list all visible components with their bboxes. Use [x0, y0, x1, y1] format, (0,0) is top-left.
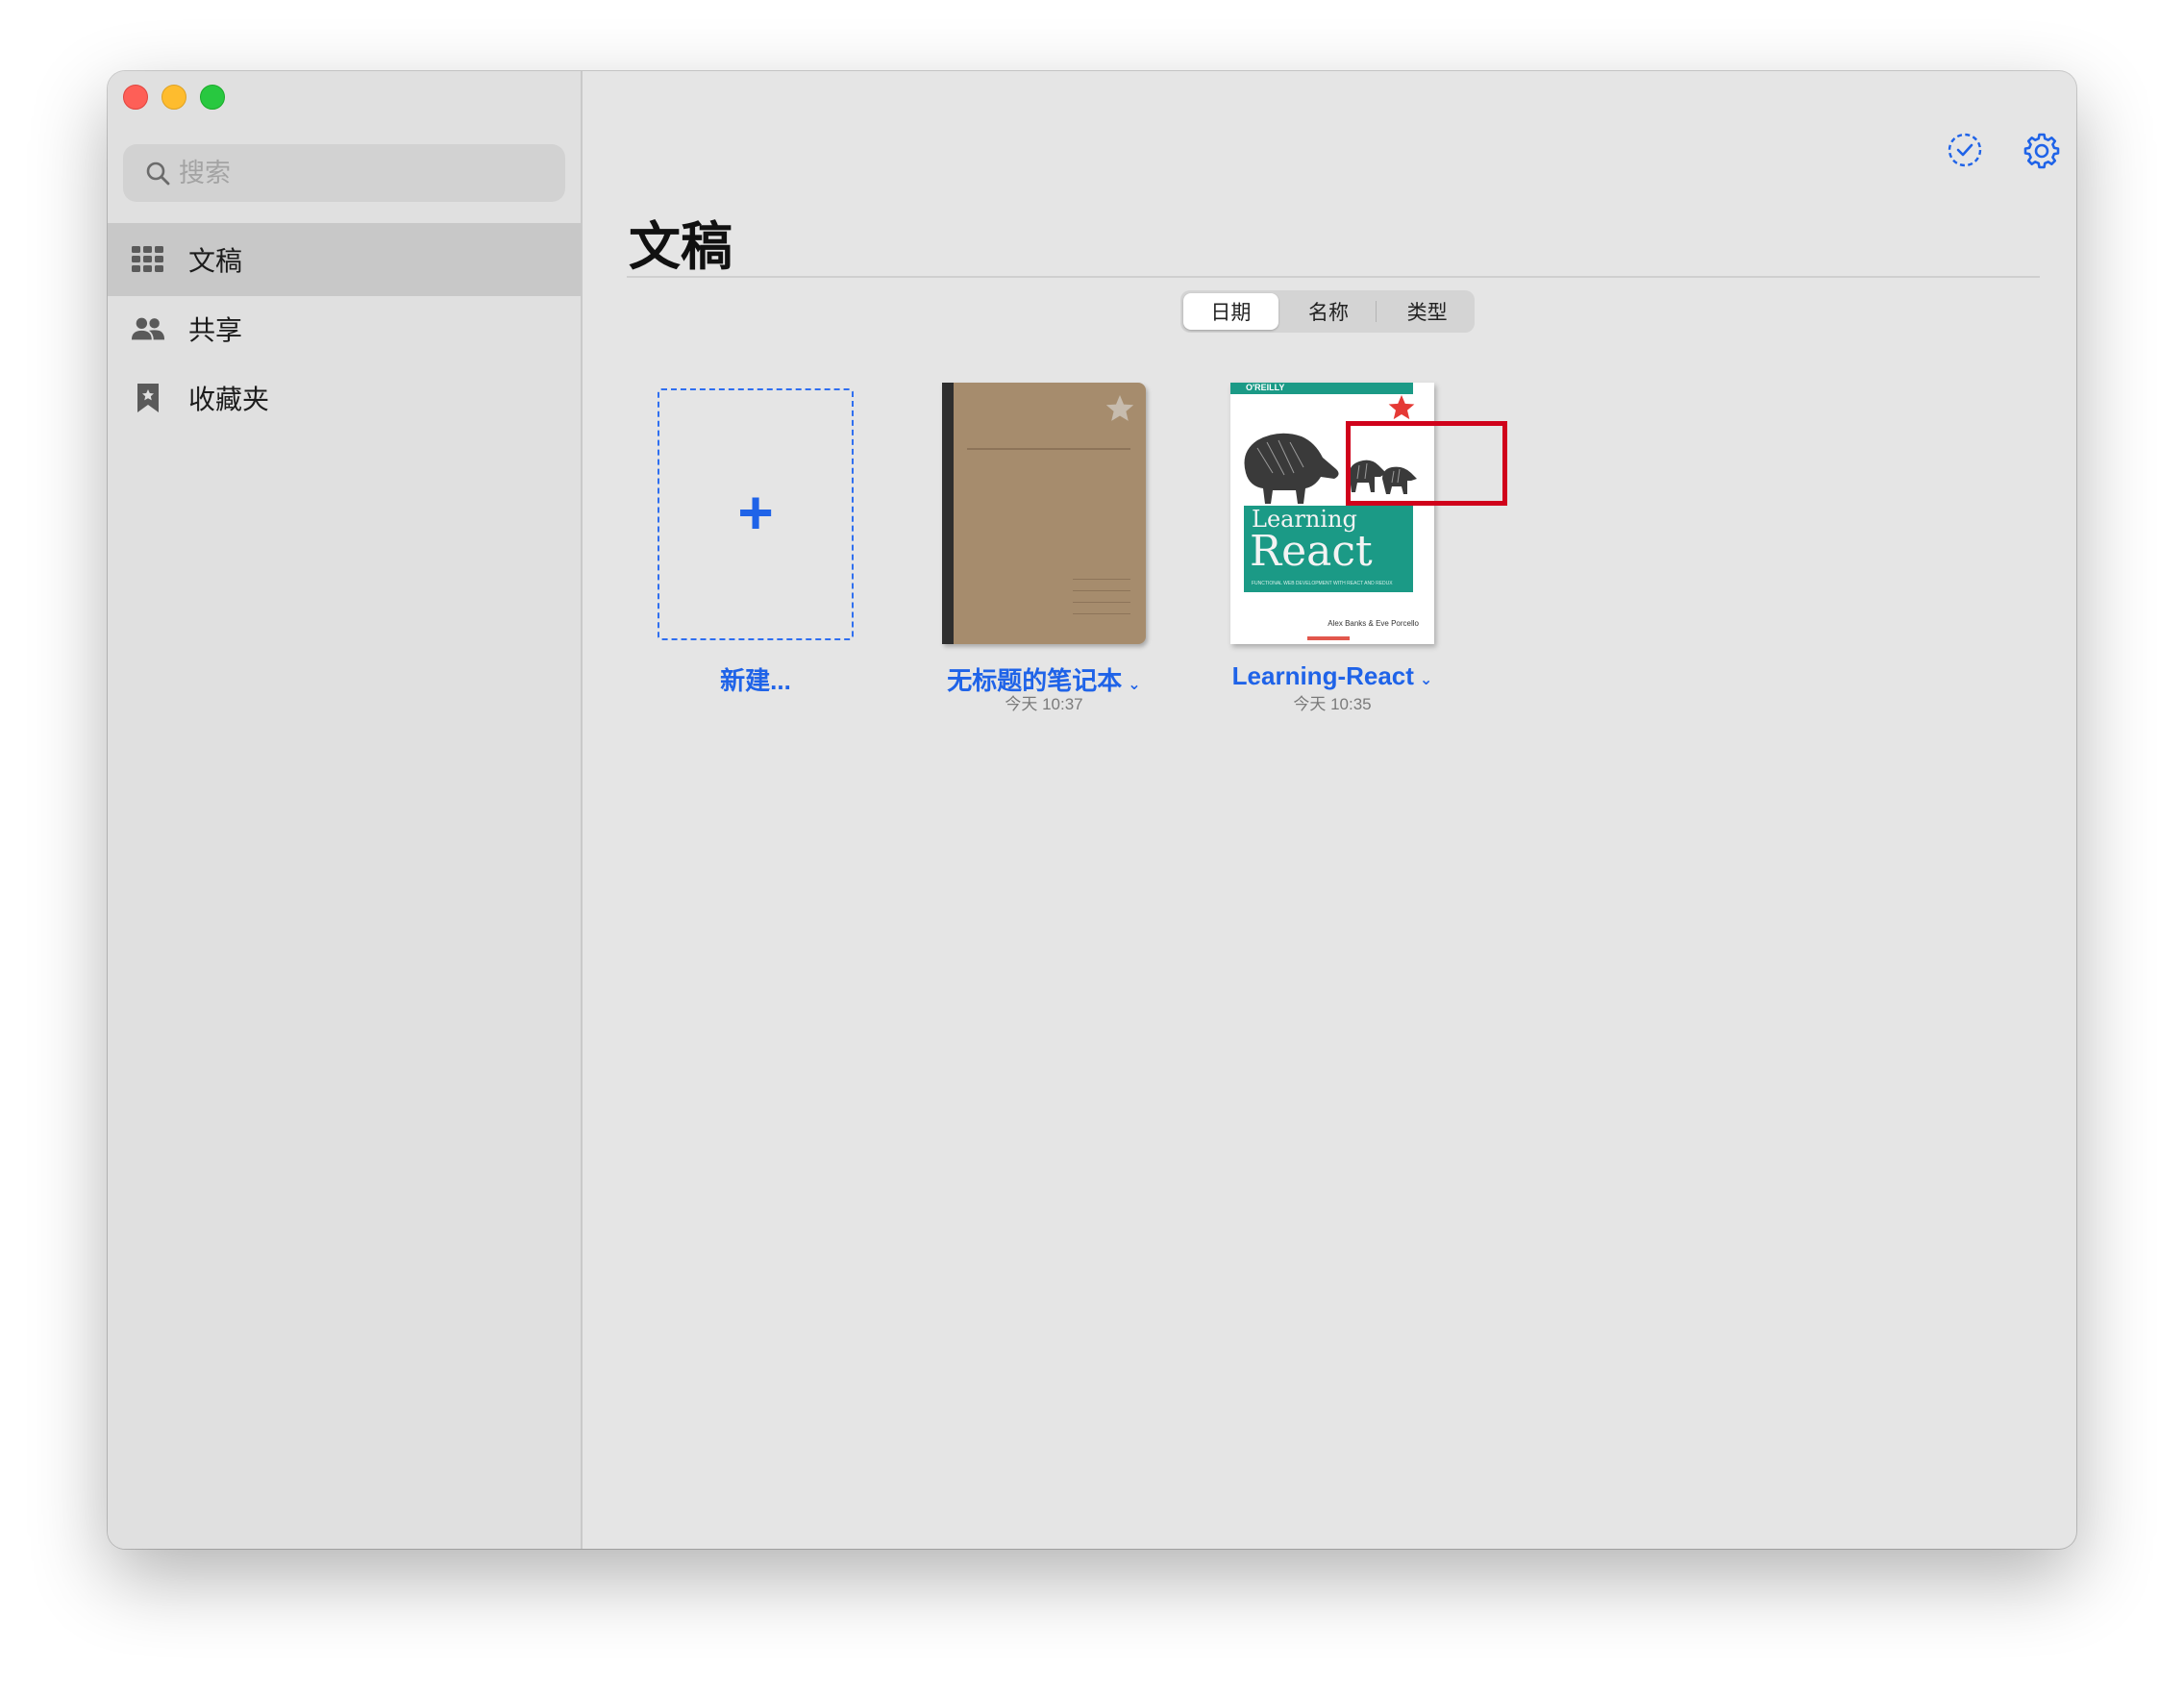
- publisher-label: O'REILLY: [1246, 383, 1285, 392]
- sidebar: 文稿 共享 收藏夹: [108, 71, 583, 1549]
- sidebar-item-label: 文稿: [188, 246, 243, 276]
- sidebar-item-shared[interactable]: 共享: [108, 292, 581, 365]
- search-field[interactable]: [123, 144, 565, 202]
- minimize-window-button[interactable]: [161, 85, 186, 110]
- search-input[interactable]: [177, 157, 546, 189]
- cover-bottom-strip: [1307, 636, 1350, 640]
- new-document-label[interactable]: 新建...: [659, 661, 852, 697]
- book-date: 今天 10:35: [1293, 695, 1372, 713]
- chevron-down-icon: ⌄: [1419, 672, 1433, 688]
- tab-sort-type[interactable]: 类型: [1379, 293, 1475, 330]
- app-window: 文稿 共享 收藏夹: [108, 71, 2076, 1549]
- people-icon: [131, 311, 165, 346]
- notebook-thumbnail[interactable]: [942, 383, 1146, 644]
- select-check-icon[interactable]: [1946, 131, 1984, 169]
- cover-subtitle: FUNCTIONAL WEB DEVELOPMENT WITH REACT AN…: [1252, 581, 1393, 586]
- book-title[interactable]: Learning-React ⌄: [1211, 661, 1453, 691]
- sort-segmented-control: 日期 名称 类型: [1180, 290, 1475, 333]
- zoom-window-button[interactable]: [200, 85, 225, 110]
- cover-authors: Alex Banks & Eve Porcello: [1328, 619, 1419, 628]
- favorite-star-icon[interactable]: [1104, 392, 1136, 425]
- sidebar-item-favorites[interactable]: 收藏夹: [108, 361, 581, 435]
- title-divider: [627, 276, 2040, 278]
- grid-icon: [131, 242, 165, 277]
- cover-title-line2: React: [1250, 527, 1373, 576]
- tab-sort-name[interactable]: 名称: [1281, 293, 1377, 330]
- notebook-line: [1073, 613, 1130, 614]
- segment-separator: [1376, 301, 1377, 322]
- search-icon: [146, 162, 170, 186]
- notebook-line: [1073, 579, 1130, 580]
- sidebar-item-label: 共享: [188, 315, 243, 345]
- sidebar-item-documents[interactable]: 文稿: [108, 223, 581, 296]
- notebook-line: [967, 448, 1130, 450]
- notebook-spine: [942, 383, 954, 644]
- notebook-line: [1073, 602, 1130, 603]
- sidebar-item-label: 收藏夹: [188, 385, 270, 414]
- favorite-star-icon[interactable]: [1386, 392, 1417, 423]
- bookmark-icon: [131, 381, 165, 415]
- main-content: 文稿 日期 名称 类型 + 新建... 无标题的笔记本 ⌄ 今天 10:37 O…: [583, 71, 2076, 1549]
- tab-sort-date[interactable]: 日期: [1183, 293, 1278, 330]
- page-title: 文稿: [629, 218, 732, 276]
- highlight-annotation-box: [1346, 421, 1507, 506]
- new-document-button[interactable]: +: [658, 388, 854, 640]
- notebook-line: [1073, 590, 1130, 591]
- plus-icon: +: [737, 478, 774, 547]
- close-window-button[interactable]: [123, 85, 148, 110]
- gear-icon[interactable]: [2023, 131, 2061, 169]
- notebook-date: 今天 10:37: [1005, 695, 1083, 713]
